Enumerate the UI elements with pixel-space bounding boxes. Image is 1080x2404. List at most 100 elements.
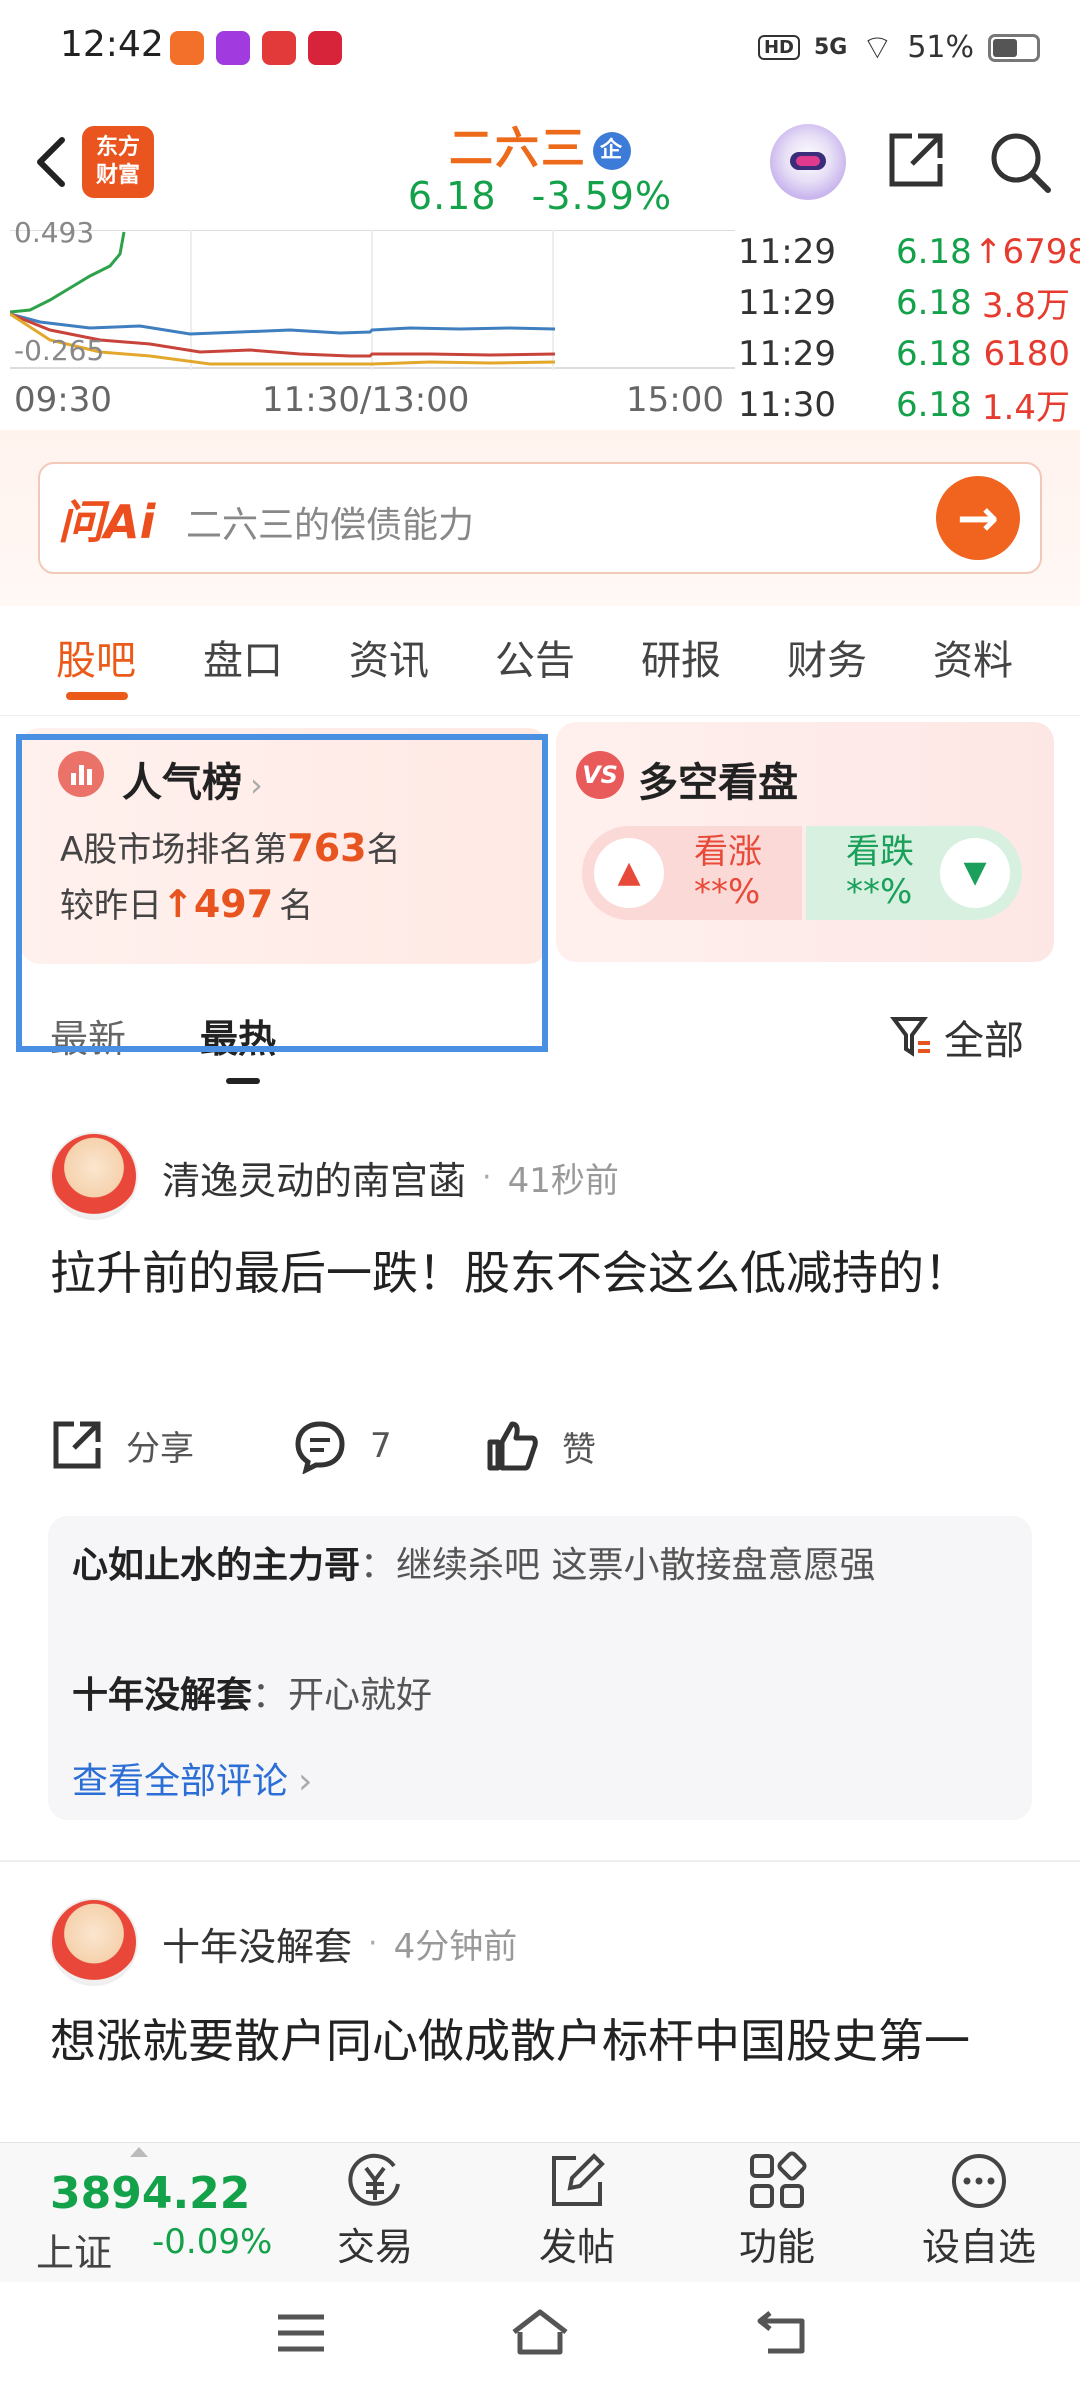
tick-list[interactable]: 11:29 6.18 ↑6798 11:29 6.18 3.8万 11:29 6.18 61… — [738, 226, 1080, 430]
trade-label: 交易 — [336, 2225, 413, 2269]
view-all-comments-link[interactable]: 查看全部评论 › — [72, 1752, 312, 1804]
tab-announcements[interactable]: 公告 — [495, 628, 575, 686]
post-author[interactable]: 清逸灵动的南宫菡 — [162, 1150, 466, 1205]
tab-guba[interactable]: 股吧 — [56, 628, 136, 686]
view-all-label: 查看全部评论 — [72, 1761, 289, 1802]
comment-text: ：开心就好 — [252, 1675, 433, 1716]
avatar[interactable] — [50, 1898, 138, 1986]
tick-volume: 1.4万 — [981, 388, 1070, 428]
triangle-up-icon[interactable]: ▲ — [594, 838, 664, 908]
intraday-chart[interactable] — [10, 230, 735, 370]
status-bar: 12:42 HD 5G ⌔ 51% — [0, 0, 1080, 100]
wifi-icon: ⌔ — [861, 28, 894, 68]
post-author[interactable]: 十年没解套 — [162, 1916, 352, 1971]
comment-item: 十年没解套：开心就好 — [72, 1668, 1002, 1724]
comment-text: ：继续杀吧 这票小散接盘意愿强 — [360, 1545, 876, 1586]
chart-label-top: 0.493 — [14, 216, 95, 249]
tab-research[interactable]: 研报 — [641, 628, 721, 686]
edit-icon — [512, 2150, 642, 2216]
add-watchlist-button[interactable]: 设自选 — [914, 2150, 1044, 2271]
post-title[interactable]: 想涨就要散户同心做成散户标杆中国股史第一 — [50, 2004, 1040, 2078]
avatar[interactable] — [50, 1132, 138, 1220]
bull-value: **% — [694, 872, 761, 912]
tab-finance[interactable]: 财务 — [787, 628, 867, 686]
post-time: 41秒前 — [507, 1161, 619, 1201]
notification-app-icon — [262, 31, 296, 65]
ai-logo: 问Ai — [58, 495, 156, 549]
x-tick: 11:30/13:00 — [262, 380, 470, 420]
stock-price: 6.18 — [407, 174, 497, 218]
yen-icon — [310, 2150, 440, 2216]
battery-percent: 51% — [907, 30, 974, 65]
post-label: 发帖 — [538, 2225, 615, 2269]
tick-time: 11:29 — [738, 231, 836, 272]
notification-app-icon — [170, 31, 204, 65]
status-time: 12:42 — [60, 24, 164, 65]
stock-change: -3.59% — [531, 174, 673, 218]
bear-label: 看跌 **% — [846, 832, 914, 912]
tick-volume: 3.8万 — [981, 286, 1070, 326]
index-value[interactable]: 3894.22 — [50, 2168, 250, 2219]
tick-volume: 6180 — [983, 333, 1070, 374]
comment-icon — [295, 1421, 345, 1474]
grid-icon — [712, 2150, 842, 2216]
filter-icon — [890, 1017, 930, 1057]
share-label: 分享 — [126, 1428, 194, 1469]
bear-text: 看跌 — [846, 832, 914, 872]
comment-user[interactable]: 十年没解套 — [72, 1675, 252, 1716]
index-change: -0.09% — [152, 2222, 273, 2262]
share-icon[interactable] — [884, 128, 948, 196]
trade-button[interactable]: 交易 — [310, 2150, 440, 2271]
tick-price: 6.18 — [896, 282, 972, 323]
comment-user[interactable]: 心如止水的主力哥 — [72, 1545, 360, 1586]
ai-assistant-icon[interactable] — [770, 124, 846, 200]
search-icon[interactable] — [986, 128, 1054, 200]
ai-search-input[interactable]: 二六三的偿债能力 — [186, 496, 474, 548]
comment-action[interactable]: 7 — [292, 1418, 392, 1474]
tick-row: 11:29 6.18 3.8万 — [738, 277, 1080, 328]
post-meta: 十年没解套 · 4分钟前 — [162, 1916, 517, 1971]
tick-price: 6.18 — [896, 333, 972, 374]
divider — [0, 1860, 1080, 1862]
triangle-down-icon[interactable]: ▼ — [940, 838, 1010, 908]
subtab-underline — [226, 1078, 260, 1084]
tick-row: 11:29 6.18 ↑6798 — [738, 226, 1080, 277]
chart-label-mid: -0.265 — [14, 334, 105, 367]
x-tick: 09:30 — [14, 380, 112, 420]
enterprise-badge: 企 — [593, 132, 631, 170]
post-button[interactable]: 发帖 — [512, 2150, 642, 2271]
bull-label: 看涨 **% — [694, 832, 762, 912]
add-watchlist-label: 设自选 — [921, 2225, 1036, 2269]
tab-underline — [66, 692, 128, 700]
home-icon[interactable] — [510, 2308, 570, 2369]
status-right: HD 5G ⌔ 51% — [757, 26, 1040, 69]
caret-up-icon — [128, 2142, 150, 2157]
functions-label: 功能 — [738, 2225, 815, 2269]
like-action[interactable]: 赞 — [484, 1418, 596, 1474]
post-title[interactable]: 拉升前的最后一跌！股东不会这么低减持的！ — [50, 1236, 1040, 1310]
tick-volume: ↑6798 — [974, 231, 1080, 272]
chevron-right-icon: › — [298, 1761, 313, 1802]
tick-time: 11:29 — [738, 282, 836, 323]
post-time: 4分钟前 — [393, 1927, 518, 1967]
comment-count: 7 — [370, 1426, 392, 1466]
tab-profile[interactable]: 资料 — [933, 628, 1013, 686]
bear-value: **% — [846, 872, 913, 912]
thumbs-up-icon — [487, 1421, 538, 1471]
functions-button[interactable]: 功能 — [712, 2150, 842, 2271]
separator-dot: · — [368, 1926, 378, 1961]
back-nav-icon[interactable] — [756, 2308, 806, 2368]
bull-text: 看涨 — [694, 832, 762, 872]
post-meta: 清逸灵动的南宫菡 · 41秒前 — [162, 1150, 619, 1205]
share-action[interactable]: 分享 — [50, 1418, 194, 1472]
tab-pankou[interactable]: 盘口 — [203, 628, 283, 686]
arrow-right-icon[interactable]: → — [936, 476, 1020, 560]
index-name: 上证 — [36, 2231, 113, 2275]
filter-button[interactable]: 全部 — [890, 1008, 1024, 1066]
sentiment-title: 多空看盘 — [638, 760, 798, 806]
more-icon — [914, 2150, 1044, 2216]
notification-app-icon — [216, 31, 250, 65]
menu-icon[interactable] — [276, 2308, 326, 2368]
tick-row: 11:30 6.18 1.4万 — [738, 379, 1080, 430]
tab-news[interactable]: 资讯 — [349, 628, 429, 686]
